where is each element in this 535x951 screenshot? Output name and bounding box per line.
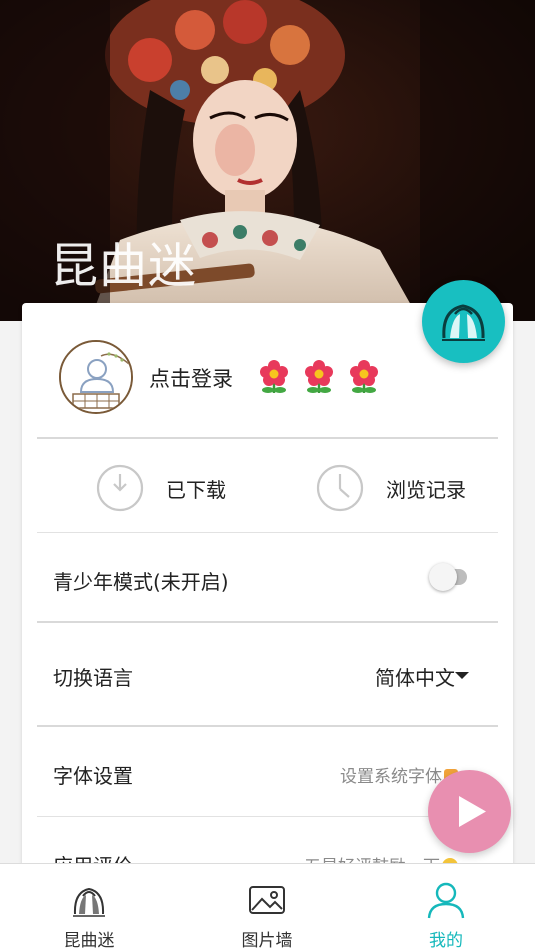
- user-icon: [427, 882, 465, 919]
- tab-image-wall-label: 图片墙: [241, 931, 293, 951]
- default-avatar-icon: [61, 342, 131, 412]
- tab-mine-label: 我的: [429, 931, 463, 951]
- language-row[interactable]: 切换语言 简体中文: [22, 623, 513, 725]
- opera-logo-button[interactable]: [422, 280, 505, 363]
- toggle-knob: [429, 563, 457, 591]
- avatar[interactable]: [59, 340, 133, 414]
- image-icon: [249, 886, 285, 914]
- teen-mode-row[interactable]: 青少年模式(未开启): [22, 533, 513, 621]
- hero-banner: 昆曲迷: [0, 0, 535, 321]
- downloads-button[interactable]: 已下载: [96, 440, 266, 533]
- language-label: 切换语言: [53, 666, 133, 690]
- opera-logo-icon: [73, 887, 105, 917]
- teen-mode-label: 青少年模式(未开启): [53, 570, 229, 594]
- divider: [37, 437, 498, 439]
- font-setting-label: 字体设置: [53, 764, 133, 788]
- play-icon: [459, 796, 486, 827]
- tab-image-wall[interactable]: 图片墙: [178, 864, 356, 951]
- flower-icon: [305, 360, 333, 393]
- download-icon: [96, 464, 144, 512]
- tab-mine[interactable]: 我的: [357, 864, 535, 951]
- history-button[interactable]: 浏览记录: [316, 440, 496, 533]
- language-select[interactable]: 简体中文: [375, 662, 455, 691]
- history-clock-icon: [316, 464, 364, 512]
- flower-icon: [350, 360, 378, 393]
- chevron-down-icon[interactable]: [455, 672, 469, 679]
- play-button[interactable]: [428, 770, 511, 853]
- flower-icon: [260, 360, 288, 393]
- quick-actions: 已下载 浏览记录: [22, 440, 513, 533]
- tab-kunqumi[interactable]: 昆曲迷: [0, 864, 178, 951]
- font-setting-value-text: 设置系统字体: [340, 767, 442, 787]
- teen-mode-toggle[interactable]: [429, 563, 467, 591]
- downloads-label: 已下载: [166, 478, 226, 502]
- tab-kunqumi-label: 昆曲迷: [63, 931, 115, 951]
- hero-title: 昆曲迷: [50, 238, 198, 294]
- history-label: 浏览记录: [386, 478, 466, 502]
- opera-logo-icon: [442, 304, 485, 341]
- login-link[interactable]: 点击登录: [149, 363, 233, 393]
- bottom-nav: 昆曲迷 图片墙 我的: [0, 863, 535, 951]
